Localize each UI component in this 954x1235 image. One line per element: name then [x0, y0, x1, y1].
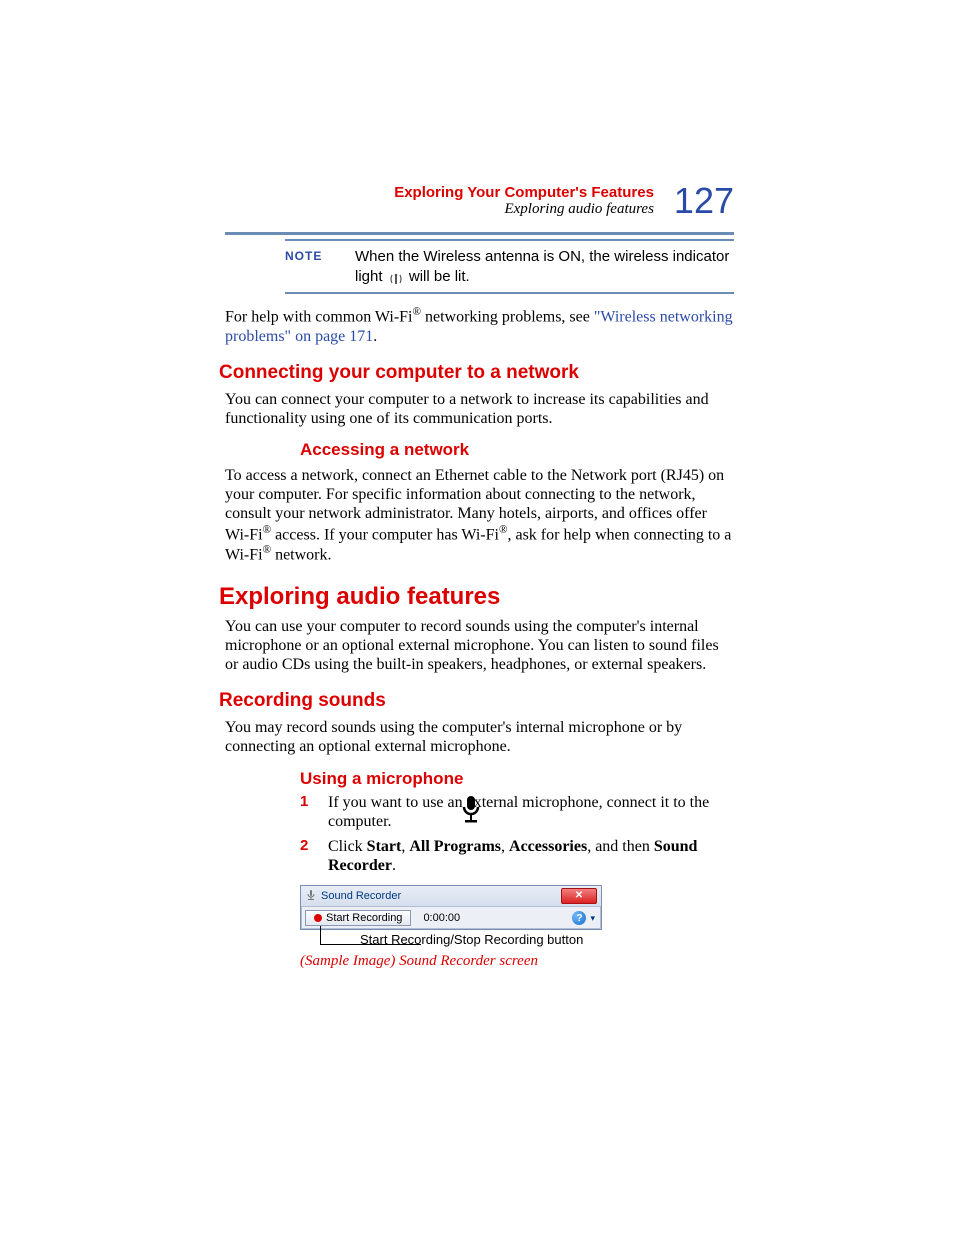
step-number: 1: [300, 793, 312, 831]
help-button[interactable]: ?: [572, 911, 586, 925]
start-recording-label: Start Recording: [326, 912, 402, 924]
step-number: 2: [300, 837, 312, 875]
registered-mark: ®: [263, 524, 272, 536]
text: , and then: [587, 838, 654, 855]
chevron-down-icon: ▾: [590, 913, 595, 923]
all-programs-label: All Programs: [409, 838, 501, 855]
paragraph-audio: You can use your computer to record soun…: [225, 617, 734, 675]
text: networking problems, see: [421, 308, 594, 325]
heading-connecting: Connecting your computer to a network: [219, 362, 734, 384]
registered-mark: ®: [263, 544, 272, 556]
page-number: 127: [674, 180, 734, 222]
text: For help with common Wi-Fi: [225, 308, 413, 325]
note-text: When the Wireless antenna is ON, the wir…: [355, 247, 734, 286]
heading-audio-features: Exploring audio features: [219, 583, 734, 611]
text: network.: [271, 546, 331, 563]
paragraph-accessing: To access a network, connect an Ethernet…: [225, 466, 734, 565]
titlebar: Sound Recorder ✕: [301, 886, 601, 907]
recording-time: 0:00:00: [417, 912, 466, 924]
text: access. If your computer has Wi-Fi: [271, 526, 499, 543]
close-icon: ✕: [575, 891, 583, 901]
section-title: Exploring audio features: [394, 201, 654, 218]
paragraph-connecting: You can connect your computer to a netwo…: [225, 390, 734, 428]
step-1: 1 If you want to use an external microph…: [300, 793, 734, 831]
record-icon: [314, 914, 322, 922]
note-text-after: will be lit.: [409, 268, 470, 285]
sound-recorder-window: Sound Recorder ✕ Start Recording 0:00:00…: [300, 885, 602, 930]
note-label: NOTE: [285, 247, 335, 286]
header-rule: [225, 232, 734, 235]
close-button[interactable]: ✕: [561, 888, 597, 904]
step-2: 2 Click Start, All Programs, Accessories…: [300, 837, 734, 875]
callout-leader-line: [320, 926, 421, 945]
heading-recording: Recording sounds: [219, 690, 734, 712]
heading-microphone: Using a microphone: [300, 769, 734, 789]
text: .: [392, 857, 396, 874]
text: ,: [501, 838, 509, 855]
app-icon: [305, 889, 317, 904]
page-header: Exploring Your Computer's Features Explo…: [225, 180, 734, 222]
chapter-title: Exploring Your Computer's Features: [394, 184, 654, 201]
menu-dropdown[interactable]: ▾: [588, 913, 597, 924]
wireless-indicator-icon: [389, 271, 403, 283]
start-recording-button[interactable]: Start Recording: [305, 910, 411, 926]
help-icon: ?: [576, 913, 582, 924]
microphone-icon: [459, 795, 483, 830]
step-text: Click Start, All Programs, Accessories, …: [328, 837, 734, 875]
accessories-label: Accessories: [509, 838, 587, 855]
callout-label: Start Recording/Stop Recording button: [300, 932, 734, 947]
paragraph-recording: You may record sounds using the computer…: [225, 718, 734, 756]
step-text: If you want to use an external microphon…: [328, 793, 734, 831]
start-label: Start: [367, 838, 402, 855]
figure-caption: (Sample Image) Sound Recorder screen: [300, 953, 734, 970]
paragraph-wifi-help: For help with common Wi-Fi® networking p…: [225, 306, 734, 346]
heading-accessing: Accessing a network: [300, 440, 734, 460]
window-title: Sound Recorder: [321, 890, 401, 902]
registered-mark: ®: [413, 306, 422, 318]
note-box: NOTE When the Wireless antenna is ON, th…: [285, 239, 734, 294]
text: Click: [328, 838, 367, 855]
